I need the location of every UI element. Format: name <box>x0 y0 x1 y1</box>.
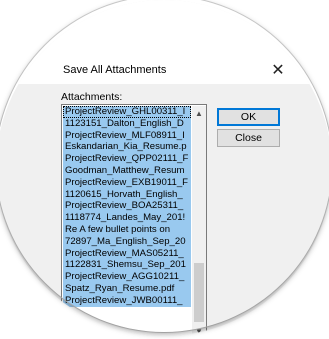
attachments-list: ProjectReview_GHL00311_I 1123151_Dalton_E… <box>63 106 191 307</box>
attachment-list-item[interactable]: ProjectReview_MAS05211_ <box>63 247 191 260</box>
listbox-scrollbar[interactable]: ▲ ▼ <box>192 106 206 336</box>
scrollbar-thumb[interactable] <box>194 263 204 322</box>
save-all-attachments-dialog: Save All Attachments ✕ Attachments: Proj… <box>0 0 329 336</box>
attachment-list-item[interactable]: ProjectReview_GHL00311_I <box>63 106 191 118</box>
dialog-title: Save All Attachments <box>63 64 167 76</box>
attachment-list-item[interactable]: 1120615_Horvath_English_ <box>63 188 191 201</box>
close-button[interactable]: Close <box>217 129 280 147</box>
title-bar: Save All Attachments ✕ <box>0 0 329 84</box>
attachment-list-item[interactable]: ProjectReview_MLF08911_I <box>63 129 191 142</box>
ok-button[interactable]: OK <box>217 108 280 126</box>
attachment-list-item[interactable]: ProjectReview_QPP02111_F <box>63 153 191 165</box>
attachment-list-item[interactable]: 1123151_Dalton_English_D <box>63 117 191 130</box>
attachments-label: Attachments: <box>61 91 123 103</box>
attachment-list-item[interactable]: 1118774_Landes_May_201! <box>63 212 191 224</box>
attachment-list-item[interactable]: 1122831_Shemsu_Sep_201 <box>63 259 191 272</box>
attachment-list-item[interactable]: ProjectReview_EXB19011_F <box>63 176 191 189</box>
scroll-up-icon[interactable]: ▲ <box>192 106 206 120</box>
attachment-list-item[interactable]: Spatz_Ryan_Resume.pdf <box>63 282 191 295</box>
attachment-list-item[interactable]: Re A few bullet points on <box>63 223 191 236</box>
attachment-list-item[interactable]: Eskandarian_Kia_Resume.p <box>63 141 191 154</box>
attachment-list-item[interactable]: ProjectReview_BOA25311_ <box>63 200 191 213</box>
attachments-listbox[interactable]: ProjectReview_GHL00311_I 1123151_Dalton_E… <box>61 104 207 336</box>
attachment-list-item[interactable]: 72897_Ma_English_Sep_20 <box>63 235 191 248</box>
scroll-down-icon[interactable]: ▼ <box>192 324 206 336</box>
attachment-list-item[interactable]: ProjectReview_AGG10211_ <box>63 271 191 283</box>
close-icon[interactable]: ✕ <box>268 60 288 80</box>
attachment-list-item[interactable]: ProjectReview_JWB00111_ <box>63 294 191 307</box>
magnified-view: Save All Attachments ✕ Attachments: Proj… <box>0 0 329 339</box>
attachment-list-item[interactable]: Goodman_Matthew_Resum <box>63 164 191 177</box>
